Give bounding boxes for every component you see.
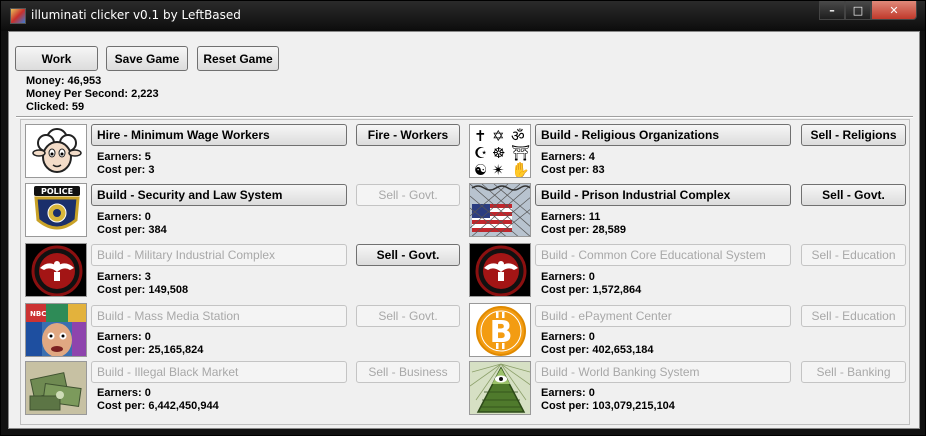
svg-text:✴: ✴ <box>492 161 505 178</box>
workers-earners: Earners: 5 <box>97 151 151 163</box>
police-badge-icon: POLICE <box>25 183 87 237</box>
window-controls: – □ ✕ <box>819 1 917 21</box>
title-bar[interactable]: illuminati clicker v0.1 by LeftBased – □… <box>1 1 925 31</box>
svg-text:☸: ☸ <box>492 144 505 162</box>
build-common-core-educational-system-button[interactable]: Build - Common Core Educational System <box>535 244 791 266</box>
cash-pile-icon <box>25 361 87 415</box>
svg-text:✝: ✝ <box>474 127 487 145</box>
sell-education-common-core-button[interactable]: Sell - Education <box>801 244 906 266</box>
banking-earners: Earners: 0 <box>541 387 595 399</box>
build-prison-industrial-complex-button[interactable]: Build - Prison Industrial Complex <box>535 184 791 206</box>
svg-text:☯: ☯ <box>474 161 487 178</box>
banking-cost: Cost per: 103,079,215,104 <box>541 400 675 412</box>
svg-text:⛩: ⛩ <box>511 144 530 162</box>
prison-fence-flag-icon <box>469 183 531 237</box>
prison-earners: Earners: 11 <box>541 211 601 223</box>
minimize-icon: – <box>829 3 835 17</box>
app-window: illuminati clicker v0.1 by LeftBased – □… <box>0 0 926 436</box>
build-religious-organizations-button[interactable]: Build - Religious Organizations <box>535 124 791 146</box>
pyramid-eye-icon <box>469 361 531 415</box>
eagle-seal-icon <box>469 243 531 297</box>
sell-business-button[interactable]: Sell - Business <box>356 361 460 383</box>
hire-minimum-wage-workers-button[interactable]: Hire - Minimum Wage Workers <box>91 124 347 146</box>
build-epayment-center-button[interactable]: Build - ePayment Center <box>535 305 791 327</box>
svg-text:✋: ✋ <box>511 161 530 178</box>
security-cost: Cost per: 384 <box>97 224 167 236</box>
minimize-button[interactable]: – <box>819 1 845 20</box>
maximize-icon: □ <box>852 3 864 17</box>
svg-text:B: B <box>490 315 513 350</box>
sell-religions-button[interactable]: Sell - Religions <box>801 124 906 146</box>
build-world-banking-system-button[interactable]: Build - World Banking System <box>535 361 791 383</box>
clicked-label: Clicked: 59 <box>26 101 85 113</box>
build-military-industrial-complex-button[interactable]: Build - Military Industrial Complex <box>91 244 347 266</box>
workers-cost: Cost per: 3 <box>97 164 155 176</box>
sell-banking-button[interactable]: Sell - Banking <box>801 361 906 383</box>
buildings-panel: Hire - Minimum Wage Workers Fire - Worke… <box>20 119 910 425</box>
work-button[interactable]: Work <box>15 46 98 71</box>
religious-symbols-icon: ✝ ✡ ॐ ☪ ☸ ⛩ ☯ ✴ ✋ <box>469 124 531 178</box>
maximize-button[interactable]: □ <box>845 1 871 20</box>
media-earners: Earners: 0 <box>97 331 151 343</box>
save-game-button[interactable]: Save Game <box>106 46 188 71</box>
build-security-law-system-button[interactable]: Build - Security and Law System <box>91 184 347 206</box>
common-core-earners: Earners: 0 <box>541 271 595 283</box>
sell-govt-security-button[interactable]: Sell - Govt. <box>356 184 460 206</box>
svg-text:✡: ✡ <box>492 127 505 145</box>
reset-game-button[interactable]: Reset Game <box>197 46 279 71</box>
sell-govt-prison-button[interactable]: Sell - Govt. <box>801 184 906 206</box>
prison-cost: Cost per: 28,589 <box>541 224 626 236</box>
military-earners: Earners: 3 <box>97 271 151 283</box>
black-market-cost: Cost per: 6,442,450,944 <box>97 400 219 412</box>
tv-media-icon: NBC <box>25 303 87 357</box>
svg-text:POLICE: POLICE <box>41 187 73 196</box>
bitcoin-icon: B <box>469 303 531 357</box>
build-illegal-black-market-button[interactable]: Build - Illegal Black Market <box>91 361 347 383</box>
sell-govt-military-button[interactable]: Sell - Govt. <box>356 244 460 266</box>
sheep-icon <box>25 124 87 178</box>
black-market-earners: Earners: 0 <box>97 387 151 399</box>
epayment-earners: Earners: 0 <box>541 331 595 343</box>
close-button[interactable]: ✕ <box>871 1 917 20</box>
sell-education-epayment-button[interactable]: Sell - Education <box>801 305 906 327</box>
military-cost: Cost per: 149,508 <box>97 284 189 296</box>
sell-govt-media-button[interactable]: Sell - Govt. <box>356 305 460 327</box>
separator <box>16 116 913 118</box>
money-label: Money: 46,953 <box>26 75 102 87</box>
media-cost: Cost per: 25,165,824 <box>97 344 204 356</box>
religions-cost: Cost per: 83 <box>541 164 605 176</box>
svg-text:ॐ: ॐ <box>511 127 525 145</box>
client-area: Work Save Game Reset Game Money: 46,953 … <box>8 31 920 429</box>
svg-text:NBC: NBC <box>30 310 46 318</box>
religions-earners: Earners: 4 <box>541 151 595 163</box>
security-earners: Earners: 0 <box>97 211 151 223</box>
fire-workers-button[interactable]: Fire - Workers <box>356 124 460 146</box>
money-per-second-label: Money Per Second: 2,223 <box>26 88 159 100</box>
common-core-cost: Cost per: 1,572,864 <box>541 284 642 296</box>
build-mass-media-station-button[interactable]: Build - Mass Media Station <box>91 305 347 327</box>
window-title: illuminati clicker v0.1 by LeftBased <box>31 8 241 22</box>
svg-text:☪: ☪ <box>474 144 487 162</box>
eagle-seal-icon <box>25 243 87 297</box>
epayment-cost: Cost per: 402,653,184 <box>541 344 654 356</box>
app-icon <box>10 8 26 24</box>
close-icon: ✕ <box>889 3 899 17</box>
